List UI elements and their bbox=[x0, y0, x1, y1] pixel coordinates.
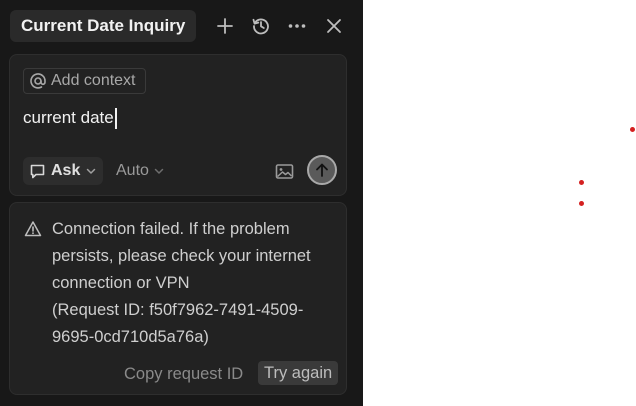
error-message-card: Connection failed. If the problem persis… bbox=[9, 202, 347, 395]
error-line: Connection failed. If the problem bbox=[52, 220, 290, 238]
attach-image-button[interactable] bbox=[273, 160, 295, 182]
add-context-label: Add context bbox=[51, 72, 136, 89]
model-label: Auto bbox=[116, 162, 149, 179]
chat-input[interactable]: current date bbox=[23, 106, 333, 130]
chat-title-tab[interactable]: Current Date Inquiry bbox=[10, 10, 197, 42]
error-line: persists, please check your internet bbox=[52, 247, 311, 265]
error-message: Connection failed. If the problem persis… bbox=[52, 216, 338, 351]
try-again-button[interactable]: Try again bbox=[258, 361, 339, 385]
red-dot bbox=[579, 180, 584, 185]
warning-icon bbox=[24, 221, 42, 237]
chat-input-value: current date bbox=[23, 108, 114, 127]
history-icon bbox=[252, 18, 269, 35]
close-button[interactable] bbox=[322, 14, 346, 38]
ellipsis-icon bbox=[288, 24, 306, 28]
at-sign-icon bbox=[30, 73, 46, 89]
chat-composer: Add context current date Ask Auto bbox=[9, 54, 347, 196]
history-button[interactable] bbox=[249, 14, 273, 38]
new-chat-button[interactable] bbox=[213, 14, 237, 38]
red-dot bbox=[630, 127, 635, 132]
chat-header: Current Date Inquiry bbox=[0, 0, 363, 52]
error-line: (Request ID: f50f7962-7491-4509- bbox=[52, 301, 304, 319]
chat-title: Current Date Inquiry bbox=[21, 16, 186, 35]
content-canvas bbox=[363, 0, 636, 406]
mode-selector[interactable]: Ask bbox=[23, 157, 104, 185]
add-context-button[interactable]: Add context bbox=[23, 68, 146, 94]
chat-bubble-icon bbox=[30, 164, 45, 178]
arrow-up-icon bbox=[316, 163, 328, 177]
chevron-down-icon bbox=[87, 168, 96, 174]
model-selector[interactable]: Auto bbox=[116, 157, 165, 185]
text-caret bbox=[114, 107, 117, 129]
image-icon bbox=[275, 163, 293, 179]
error-line: 9695-0cd710d5a76a) bbox=[52, 328, 209, 346]
chevron-down-icon bbox=[154, 168, 164, 174]
plus-icon bbox=[217, 18, 233, 34]
red-dot bbox=[579, 201, 584, 206]
mode-label: Ask bbox=[51, 162, 81, 179]
close-icon bbox=[327, 19, 341, 33]
chat-panel: Current Date Inquiry Add context current… bbox=[0, 0, 363, 406]
error-line: connection or VPN bbox=[52, 274, 190, 292]
copy-request-id-button[interactable]: Copy request ID bbox=[124, 361, 243, 387]
more-button[interactable] bbox=[285, 14, 309, 38]
send-button[interactable] bbox=[307, 155, 337, 185]
